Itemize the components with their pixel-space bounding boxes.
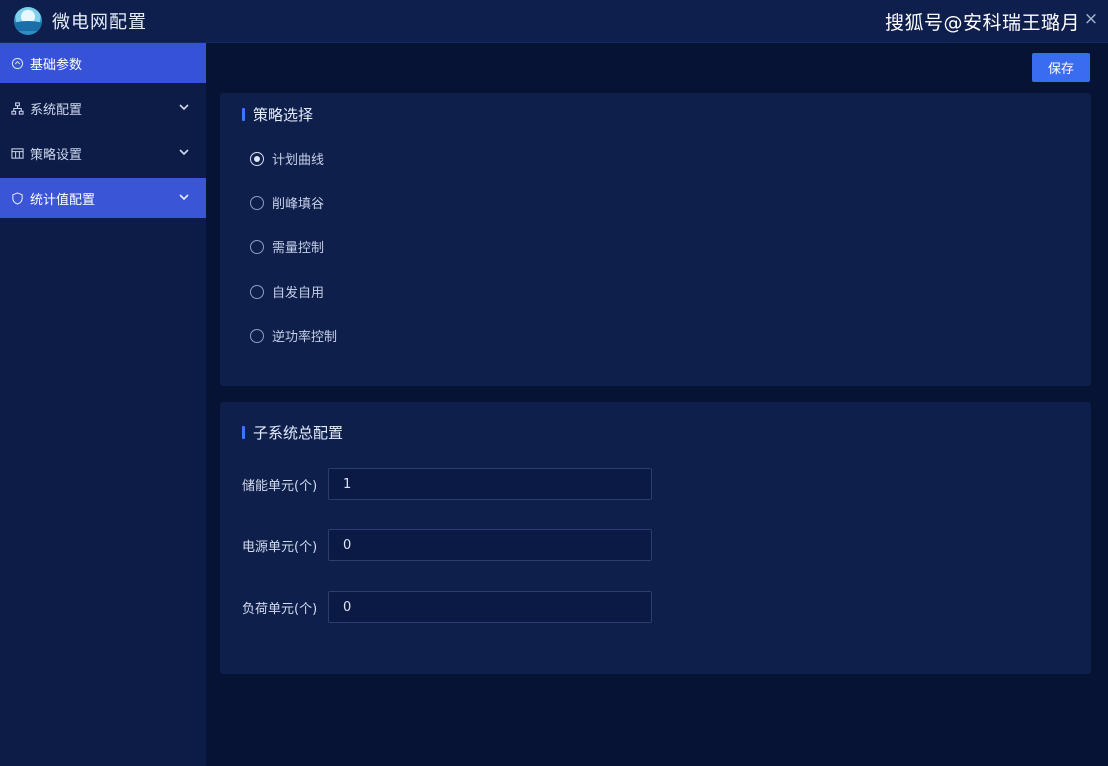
sidebar: 基础参数 系统配置 策略设置 统计值配置 [0,43,206,766]
chevron-down-icon [179,104,189,111]
chevron-down-icon [179,149,189,156]
radio-option-peak-shaving[interactable]: 削峰填谷 [250,193,324,212]
table-icon [10,146,24,160]
subsystem-section-title: 子系统总配置 [242,422,343,443]
watermark-text: 搜狐号@安科瑞王璐月 [884,12,1080,34]
subsystem-title-text: 子系统总配置 [253,424,344,442]
radio-label: 需量控制 [272,241,325,256]
radio-button[interactable] [250,151,264,166]
strategy-card: 策略选择 计划曲线 削峰填谷 需量控制 自发自用 逆功率控制 [220,93,1091,386]
sidebar-item-basic-params[interactable]: 基础参数 [0,43,206,83]
radio-option-plan-curve[interactable]: 计划曲线 [250,149,324,168]
radio-label: 计划曲线 [272,153,325,168]
power-unit-row: 电源单元(个) [242,529,652,561]
radio-label: 削峰填谷 [272,197,325,212]
storage-unit-row: 储能单元(个) [242,468,652,500]
radio-button[interactable] [250,239,264,254]
title-accent-bar [242,108,245,121]
storage-unit-input[interactable] [328,468,652,500]
load-unit-row: 负荷单元(个) [242,591,652,623]
load-unit-label: 负荷单元(个) [242,601,318,617]
sidebar-item-strategy-settings[interactable]: 策略设置 [0,133,206,173]
app-title: 微电网配置 [52,12,147,33]
save-button[interactable]: 保存 [1032,53,1090,82]
power-unit-input[interactable] [328,529,652,561]
sidebar-item-statistics-config[interactable]: 统计值配置 [0,178,206,218]
storage-unit-label: 储能单元(个) [242,478,318,494]
radio-button[interactable] [250,195,264,210]
sidebar-item-label: 策略设置 [30,147,83,163]
radio-label: 自发自用 [272,286,325,301]
radio-button[interactable] [250,284,264,299]
title-accent-bar [242,426,245,439]
radio-label: 逆功率控制 [272,330,338,345]
app-logo [14,7,42,35]
radio-option-reverse-power[interactable]: 逆功率控制 [250,326,337,345]
strategy-title-text: 策略选择 [253,106,314,124]
power-unit-label: 电源单元(个) [242,539,318,555]
subsystem-card: 子系统总配置 储能单元(个) 电源单元(个) 负荷单元(个) [220,402,1091,674]
strategy-section-title: 策略选择 [242,104,313,125]
chevron-down-icon [179,194,189,201]
main-content: 保存 策略选择 计划曲线 削峰填谷 需量控制 自发自用 逆功率控制 子系统总配置… [206,43,1108,766]
shield-icon [10,191,24,205]
close-button[interactable]: × [1082,9,1100,29]
sidebar-item-label: 基础参数 [30,57,83,73]
title-bar: 微电网配置 搜狐号@安科瑞王璐月 × [0,0,1108,43]
sidebar-item-label: 系统配置 [30,102,83,118]
sidebar-item-system-config[interactable]: 系统配置 [0,88,206,128]
home-icon [10,56,24,70]
network-icon [10,101,24,115]
load-unit-input[interactable] [328,591,652,623]
radio-option-demand-control[interactable]: 需量控制 [250,237,324,256]
sidebar-item-label: 统计值配置 [30,192,96,208]
radio-option-self-consumption[interactable]: 自发自用 [250,282,324,301]
radio-button[interactable] [250,328,264,343]
